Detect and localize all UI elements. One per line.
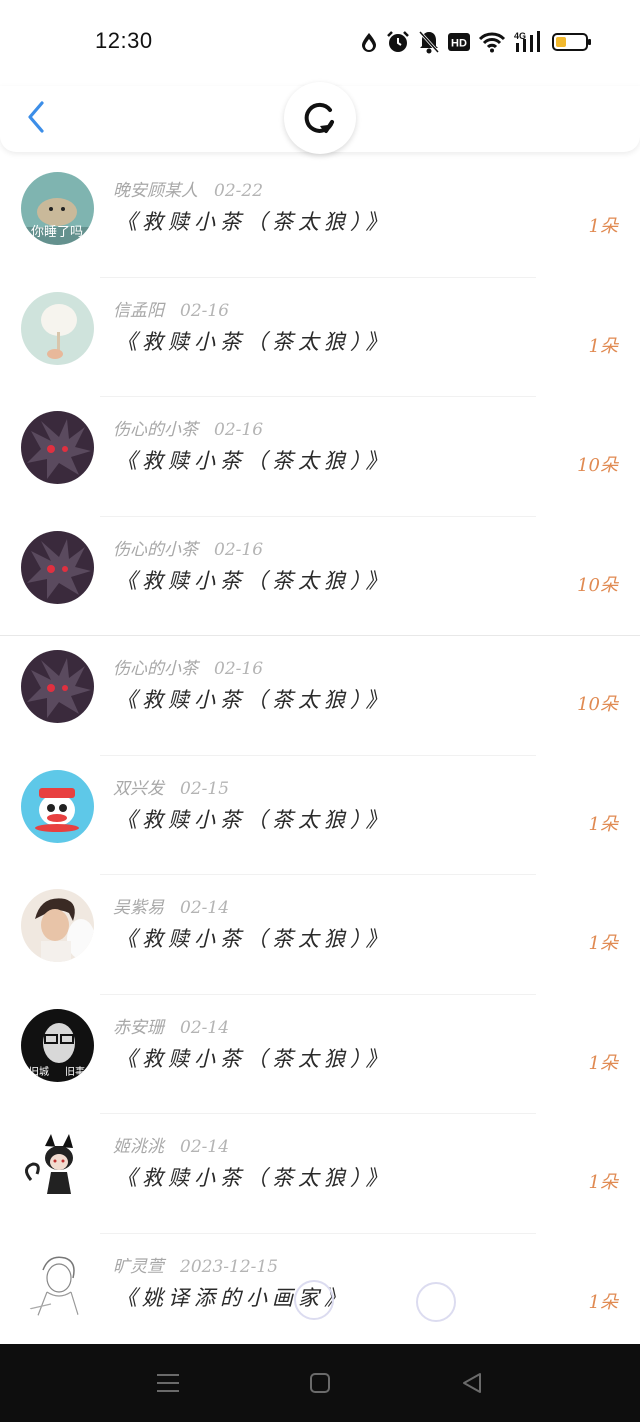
flower-count: 1朵	[588, 933, 618, 954]
item-meta: 信孟阳 02-16	[113, 296, 229, 321]
item-meta: 伤心的小茶 02-16	[113, 654, 263, 679]
sender-name[interactable]: 吴紫易	[113, 898, 164, 918]
item-meta: 伤心的小茶 02-16	[113, 415, 263, 440]
flower-count: 1朵	[588, 335, 618, 357]
refresh-button[interactable]	[284, 82, 356, 154]
svg-text:HD: HD	[451, 38, 467, 50]
alarm-icon	[387, 31, 409, 52]
item-meta: 赤安珊 02-14	[113, 1013, 229, 1038]
list-item[interactable]: 信孟阳 02-16 《救赎小茶（茶太狼）》 1朵	[0, 278, 640, 397]
work-title[interactable]: 《救赎小茶（茶太狼）》	[116, 684, 392, 714]
monkey-cartoon-avatar	[21, 769, 94, 843]
item-meta: 旷灵萱 2023-12-15	[113, 1252, 278, 1277]
item-meta: 伤心的小茶 02-16	[113, 535, 263, 560]
list-item[interactable]: 吴紫易 02-14 《救赎小茶（茶太狼）》 1朵	[0, 875, 640, 995]
hd-icon: HD	[448, 33, 470, 51]
flower-count: 1朵	[588, 216, 618, 237]
work-title[interactable]: 《救赎小茶（茶太狼）》	[116, 206, 392, 236]
header	[0, 82, 640, 154]
water-drop-icon	[362, 33, 376, 52]
flower-count: 1朵	[588, 1172, 618, 1193]
dark-wolf-avatar	[21, 411, 94, 484]
touch-indicator	[294, 1280, 334, 1320]
item-meta: 双兴发 02-15	[113, 774, 229, 799]
flower-count: 1朵	[588, 1052, 618, 1074]
glasses-avatar: 旧城 旧事	[21, 1008, 94, 1082]
work-title[interactable]: 《救赎小茶（茶太狼）》	[116, 1162, 392, 1192]
cotton-candy-avatar	[21, 291, 94, 365]
svg-text:旧事: 旧事	[65, 1065, 85, 1078]
flower-count: 10朵	[577, 574, 618, 596]
work-title[interactable]: 《救赎小茶（茶太狼）》	[116, 923, 392, 953]
list-item[interactable]: 旧城 旧事 赤安珊 02-14 《救赎小茶（茶太狼）》 1朵	[0, 995, 640, 1114]
item-date: 02-16	[180, 300, 230, 321]
sender-name[interactable]: 姬洮洮	[113, 1137, 164, 1157]
sender-name[interactable]: 信孟阳	[113, 301, 164, 321]
svg-text:你睡了吗: 你睡了吗	[31, 225, 83, 240]
back-button[interactable]	[20, 98, 52, 136]
sender-name[interactable]: 旷灵萱	[113, 1257, 164, 1277]
sender-name[interactable]: 伤心的小茶	[113, 420, 198, 440]
item-date: 02-16	[214, 539, 264, 560]
item-date: 02-15	[180, 778, 230, 799]
work-title[interactable]: 《救赎小茶（茶太狼）》	[116, 1043, 392, 1073]
item-meta: 姬洮洮 02-14	[113, 1132, 229, 1157]
list-item[interactable]: 姬洮洮 02-14 《救赎小茶（茶太狼）》 1朵	[0, 1114, 640, 1234]
portrait-avatar	[21, 889, 94, 962]
list-item[interactable]: 伤心的小茶 02-16 《救赎小茶（茶太狼）》 10朵	[0, 636, 640, 756]
touch-indicator	[416, 1282, 456, 1322]
menu-icon	[157, 1374, 179, 1392]
system-nav-bar	[0, 1344, 640, 1422]
back-nav-button[interactable]	[459, 1370, 485, 1396]
sender-name[interactable]: 赤安珊	[113, 1018, 164, 1038]
work-title[interactable]: 《救赎小茶（茶太狼）》	[116, 445, 392, 475]
signal-4g-icon: 4G	[514, 31, 540, 52]
work-title[interactable]: 《救赎小茶（茶太狼）》	[116, 804, 392, 834]
sender-name[interactable]: 伤心的小茶	[113, 659, 198, 679]
bell-off-icon	[418, 30, 440, 54]
dark-wolf-avatar	[21, 530, 94, 604]
flower-count: 10朵	[577, 455, 618, 476]
cat-girl-avatar	[21, 1128, 94, 1201]
flower-count: 1朵	[588, 1291, 618, 1313]
sender-name[interactable]: 晚安顾某人	[113, 181, 198, 201]
gift-list: 你睡了吗 晚安顾某人 02-22 《救赎小茶（茶太狼）》 1朵 信孟阳 02-16 …	[0, 158, 640, 1353]
sender-name[interactable]: 双兴发	[113, 779, 164, 799]
home-square-icon	[310, 1373, 330, 1393]
item-date: 02-22	[214, 181, 264, 201]
flower-count: 10朵	[577, 694, 618, 715]
item-date: 02-16	[214, 420, 264, 440]
battery-icon	[552, 33, 591, 51]
sender-name[interactable]: 伤心的小茶	[113, 540, 198, 560]
chevron-left-icon	[28, 101, 44, 133]
item-date: 02-16	[214, 659, 264, 679]
wifi-icon	[478, 32, 506, 53]
item-date: 02-14	[180, 898, 230, 918]
item-meta: 吴紫易 02-14	[113, 893, 229, 918]
home-button[interactable]	[307, 1370, 333, 1396]
status-icons: HD 4G	[360, 30, 592, 54]
item-meta: 晚安顾某人 02-22	[113, 176, 263, 201]
dark-wolf-avatar	[21, 650, 94, 723]
flower-count: 1朵	[588, 813, 618, 835]
sketch-avatar	[21, 1247, 94, 1321]
list-item[interactable]: 你睡了吗 晚安顾某人 02-22 《救赎小茶（茶太狼）》 1朵	[0, 158, 640, 278]
item-date: 2023-12-15	[180, 1256, 279, 1277]
item-date: 02-14	[180, 1137, 230, 1157]
item-date: 02-14	[180, 1017, 230, 1038]
seal-avatar: 你睡了吗	[21, 172, 94, 245]
list-item[interactable]: 伤心的小茶 02-16 《救赎小茶（茶太狼）》 10朵	[0, 517, 640, 636]
refresh-icon	[304, 102, 334, 133]
status-bar: 12:30 HD 4G	[0, 0, 640, 86]
work-title[interactable]: 《救赎小茶（茶太狼）》	[116, 565, 392, 595]
back-triangle-icon	[463, 1373, 481, 1393]
work-title[interactable]: 《救赎小茶（茶太狼）》	[116, 326, 392, 356]
menu-button[interactable]	[155, 1370, 181, 1396]
list-item[interactable]: 伤心的小茶 02-16 《救赎小茶（茶太狼）》 10朵	[0, 397, 640, 517]
list-item[interactable]: 双兴发 02-15 《救赎小茶（茶太狼）》 1朵	[0, 756, 640, 875]
status-time: 12:30	[95, 28, 153, 53]
svg-text:旧城: 旧城	[29, 1066, 49, 1078]
